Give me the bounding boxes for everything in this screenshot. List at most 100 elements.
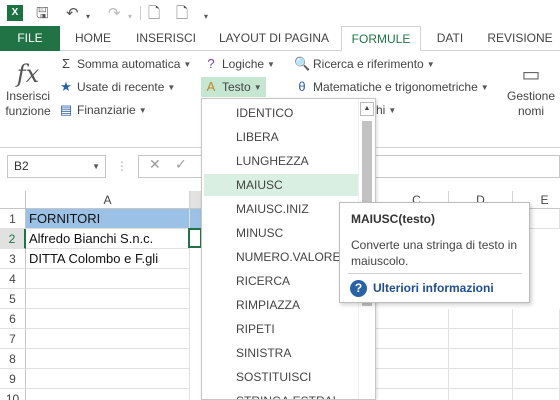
- cell-a9[interactable]: [26, 369, 190, 389]
- lookup-button[interactable]: 🔍 Ricerca e riferimento ▼: [294, 54, 435, 74]
- name-box[interactable]: B2 ▼: [7, 155, 106, 178]
- tab-page-layout[interactable]: LAYOUT DI PAGINA: [210, 26, 338, 51]
- chevron-down-icon: ▼: [167, 83, 176, 92]
- name-manager-label-2: nomi: [517, 104, 544, 118]
- more-functions-button[interactable]: hi ▼: [376, 100, 396, 120]
- tab-formulas[interactable]: FORMULE: [341, 26, 421, 52]
- select-all-corner[interactable]: [0, 191, 26, 209]
- cell-c7[interactable]: [376, 329, 449, 349]
- new-file-icon[interactable]: 🗋: [176, 3, 188, 23]
- scroll-up-icon[interactable]: ▲: [360, 102, 374, 116]
- cell-a4[interactable]: [26, 269, 190, 289]
- menu-item-stringa-estrai[interactable]: STRINGA.ESTRAI: [204, 390, 358, 399]
- math-label: Matematiche e trigonometriche: [313, 80, 478, 94]
- cell-c10[interactable]: [376, 389, 449, 400]
- menu-item-numero-valore[interactable]: NUMERO.VALORE: [204, 246, 358, 268]
- menu-item-sostituisci[interactable]: SOSTITUISCI: [204, 366, 358, 388]
- cell-e7[interactable]: [513, 329, 560, 349]
- tab-insert[interactable]: INSERISCI: [124, 26, 208, 51]
- recently-used-label: Usate di recente: [77, 80, 165, 94]
- cell-a10[interactable]: [26, 389, 190, 400]
- name-manager-label-1: Gestione: [506, 89, 556, 103]
- name-manager-icon: ▭: [521, 62, 541, 86]
- insert-function-button[interactable]: fx Inserisci funzione: [2, 59, 54, 119]
- row-header[interactable]: 10: [0, 389, 26, 400]
- cell-a2[interactable]: Alfredo Bianchi S.n.c.: [26, 229, 190, 249]
- cell-c8[interactable]: [376, 349, 449, 369]
- text-book-icon: A: [206, 79, 216, 94]
- chevron-down-icon: ▼: [183, 60, 192, 69]
- cell-d7[interactable]: [449, 329, 513, 349]
- lookup-label: Ricerca e riferimento: [313, 57, 424, 71]
- excel-icon[interactable]: X: [7, 5, 23, 21]
- row-header[interactable]: 1: [0, 209, 26, 229]
- row-header[interactable]: 6: [0, 309, 26, 329]
- menu-item-sinistra[interactable]: SINISTRA: [204, 342, 358, 364]
- menu-item-ripeti[interactable]: RIPETI: [204, 318, 358, 340]
- name-box-value: B2: [14, 159, 29, 173]
- tab-review[interactable]: REVISIONE: [480, 26, 560, 51]
- name-manager-button[interactable]: ▭ Gestione nomi: [502, 59, 560, 119]
- enter-icon[interactable]: ✓: [175, 157, 187, 173]
- text-button[interactable]: A Testo ▼: [201, 77, 266, 97]
- chevron-down-icon: ▼: [253, 83, 262, 92]
- menu-item-libera[interactable]: LIBERA: [204, 126, 358, 148]
- more-info-link[interactable]: Ulteriori informazioni: [373, 281, 494, 295]
- cell-a3[interactable]: DITTA Colombo e F.gli: [26, 249, 190, 269]
- cell-d10[interactable]: [449, 389, 513, 400]
- autosum-button[interactable]: Σ Somma automatica ▼: [58, 54, 191, 74]
- cell-e6[interactable]: [513, 309, 560, 329]
- cell-e8[interactable]: [513, 349, 560, 369]
- menu-item-maiusc[interactable]: MAIUSC: [204, 174, 358, 196]
- menu-item-rimpiazza[interactable]: RIMPIAZZA: [204, 294, 358, 316]
- cell-b2-selected[interactable]: [188, 228, 202, 248]
- autosum-label: Somma automatica: [77, 57, 181, 71]
- cell-c6[interactable]: [376, 309, 449, 329]
- chevron-down-icon: ▼: [426, 60, 435, 69]
- tab-data[interactable]: DATI: [424, 26, 476, 51]
- cell-d9[interactable]: [449, 369, 513, 389]
- cell-a8[interactable]: [26, 349, 190, 369]
- menu-item-maiusc-iniz[interactable]: MAIUSC.INIZ: [204, 198, 358, 220]
- undo-dropdown-icon[interactable]: ▾: [86, 7, 90, 27]
- print-preview-icon[interactable]: 🗋: [148, 3, 160, 23]
- redo-icon[interactable]: ↷: [108, 3, 121, 23]
- cell-d6[interactable]: [449, 309, 513, 329]
- row-header[interactable]: 5: [0, 289, 26, 309]
- cell-e9[interactable]: [513, 369, 560, 389]
- function-icon: fx: [16, 60, 40, 88]
- cell-a5[interactable]: [26, 289, 190, 309]
- row-header[interactable]: 8: [0, 349, 26, 369]
- cell-d8[interactable]: [449, 349, 513, 369]
- row-header[interactable]: 7: [0, 329, 26, 349]
- row-header[interactable]: 4: [0, 269, 26, 289]
- column-header-a[interactable]: A: [26, 191, 190, 209]
- undo-icon[interactable]: ↶: [66, 3, 79, 23]
- logical-button[interactable]: ? Logiche ▼: [203, 54, 275, 74]
- tab-home[interactable]: HOME: [64, 26, 122, 51]
- chevron-down-icon[interactable]: ▼: [92, 156, 100, 177]
- math-button[interactable]: θ Matematiche e trigonometriche ▼: [294, 77, 488, 97]
- menu-item-ricerca[interactable]: RICERCA: [204, 270, 358, 292]
- cancel-icon[interactable]: ✕: [149, 157, 161, 173]
- help-icon[interactable]: ?: [350, 280, 367, 297]
- cell-c9[interactable]: [376, 369, 449, 389]
- cell-a6[interactable]: [26, 309, 190, 329]
- question-book-icon: ?: [207, 56, 215, 71]
- tooltip-divider: [348, 273, 522, 274]
- redo-dropdown-icon[interactable]: ▾: [128, 7, 132, 27]
- menu-item-identico[interactable]: IDENTICO: [204, 102, 358, 124]
- row-header[interactable]: 9: [0, 369, 26, 389]
- cell-a7[interactable]: [26, 329, 190, 349]
- row-header-selected[interactable]: 2: [0, 229, 26, 249]
- row-header[interactable]: 3: [0, 249, 26, 269]
- financial-button[interactable]: ▤ Finanziarie ▼: [58, 100, 147, 120]
- cell-a1[interactable]: FORNITORI: [26, 209, 190, 229]
- tab-file[interactable]: FILE: [0, 26, 60, 51]
- save-icon[interactable]: 🖫: [36, 3, 49, 23]
- recently-used-button[interactable]: ★ Usate di recente ▼: [58, 77, 175, 97]
- cell-e10[interactable]: [513, 389, 560, 400]
- menu-item-lunghezza[interactable]: LUNGHEZZA: [204, 150, 358, 172]
- customize-qat-icon[interactable]: ▾: [204, 7, 208, 27]
- menu-item-minusc[interactable]: MINUSC: [204, 222, 358, 244]
